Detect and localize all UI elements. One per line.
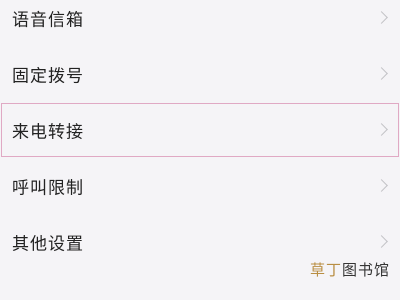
chevron-right-icon xyxy=(375,123,388,136)
settings-item-fixed-dialing[interactable]: 固定拨号 xyxy=(0,46,400,102)
settings-item-label: 来电转接 xyxy=(12,122,84,143)
chevron-right-icon xyxy=(375,235,388,248)
settings-item-label: 固定拨号 xyxy=(12,66,84,87)
settings-item-label: 呼叫限制 xyxy=(12,178,84,199)
settings-item-label: 语音信箱 xyxy=(12,10,84,31)
watermark: 草丁 图书馆 xyxy=(310,259,390,280)
settings-item-label: 其他设置 xyxy=(12,234,84,255)
settings-item-voicemail[interactable]: 语音信箱 xyxy=(0,0,400,46)
chevron-right-icon xyxy=(375,11,388,24)
watermark-text-part2: 图书馆 xyxy=(341,261,390,279)
settings-item-call-barring[interactable]: 呼叫限制 xyxy=(0,158,400,214)
settings-list: 语音信箱 固定拨号 来电转接 呼叫限制 其他设置 xyxy=(0,0,400,300)
chevron-right-icon xyxy=(375,179,388,192)
settings-item-call-forwarding[interactable]: 来电转接 xyxy=(0,102,400,158)
watermark-text-part1: 草丁 xyxy=(309,261,342,279)
chevron-right-icon xyxy=(375,67,388,80)
